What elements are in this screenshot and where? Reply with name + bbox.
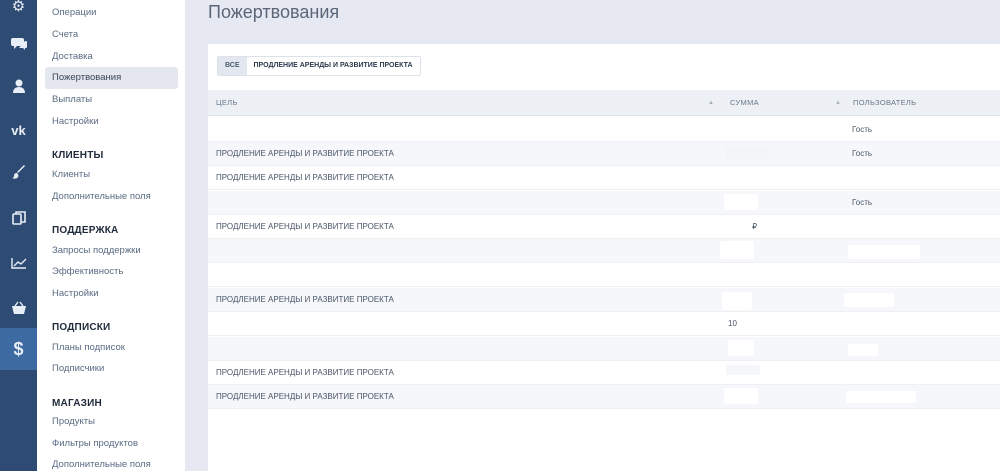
- redacted-amount: [724, 388, 758, 404]
- column-header-amount[interactable]: СУММА: [730, 90, 759, 116]
- table-row[interactable]: ПРОДЛЕНИЕ АРЕНДЫ И РАЗВИТИЕ ПРОЕКТА: [208, 385, 1000, 409]
- menu-item-support-requests[interactable]: Запросы поддержки: [45, 240, 178, 262]
- basket-icon[interactable]: [0, 290, 37, 326]
- menu-item-subscribers[interactable]: Подписчики: [45, 358, 178, 380]
- redacted-user: [848, 344, 878, 356]
- menu-item-delivery[interactable]: Доставка: [45, 46, 178, 68]
- filter-tabs: ВСЕ ПРОДЛЕНИЕ АРЕНДЫ И РАЗВИТИЕ ПРОЕКТА: [217, 56, 421, 76]
- redacted-user: [846, 391, 916, 403]
- dollar-icon[interactable]: $: [0, 328, 37, 370]
- menu-header-shop: МАГАЗИН: [52, 398, 102, 409]
- menu-item-support-settings[interactable]: Настройки: [45, 283, 178, 305]
- menu-header-clients: КЛИЕНТЫ: [52, 150, 104, 161]
- icon-sidebar: ⚙ vk $: [0, 0, 37, 471]
- tab-project[interactable]: ПРОДЛЕНИЕ АРЕНДЫ И РАЗВИТИЕ ПРОЕКТА: [246, 57, 420, 75]
- goal-cell: ПРОДЛЕНИЕ АРЕНДЫ И РАЗВИТИЕ ПРОЕКТА: [216, 149, 394, 158]
- menu-item-invoices[interactable]: Счета: [45, 24, 178, 46]
- sort-icon[interactable]: ▲: [835, 99, 841, 107]
- vk-glyph: vk: [11, 122, 26, 138]
- sort-icon[interactable]: ▲: [708, 99, 714, 107]
- dollar-glyph: $: [13, 338, 24, 359]
- table-row[interactable]: ПРОДЛЕНИЕ АРЕНДЫ И РАЗВИТИЕ ПРОЕКТА ₽: [208, 215, 1000, 239]
- user-cell: Гость: [852, 198, 873, 207]
- column-header-user[interactable]: ПОЛЬЗОВАТЕЛЬ: [853, 90, 916, 116]
- menu-item-shop-fields[interactable]: Дополнительные поля: [45, 454, 178, 471]
- menu-header-support: ПОДДЕРЖКА: [52, 225, 119, 236]
- section-menu: Операции Счета Доставка Пожертвования Вы…: [37, 0, 185, 471]
- redacted-amount: [728, 340, 754, 356]
- menu-item-product-filters[interactable]: Фильтры продуктов: [45, 433, 178, 455]
- menu-item-donations[interactable]: Пожертвования: [45, 67, 178, 89]
- menu-item-payouts[interactable]: Выплаты: [45, 89, 178, 111]
- table-row[interactable]: [208, 337, 1000, 361]
- vk-icon[interactable]: vk: [0, 112, 37, 148]
- user-cell: Гость: [852, 149, 873, 158]
- goal-cell: ПРОДЛЕНИЕ АРЕНДЫ И РАЗВИТИЕ ПРОЕКТА: [216, 392, 394, 401]
- brush-icon[interactable]: [0, 154, 37, 190]
- donations-panel: ВСЕ ПРОДЛЕНИЕ АРЕНДЫ И РАЗВИТИЕ ПРОЕКТА …: [208, 44, 1000, 471]
- table-row[interactable]: Гость: [208, 191, 1000, 215]
- page-title: Пожертвования: [208, 2, 340, 22]
- table-row[interactable]: Гость: [208, 118, 1000, 142]
- menu-item-subscription-plans[interactable]: Планы подписок: [45, 337, 178, 359]
- amount-cell: ₽: [752, 222, 758, 231]
- table-row[interactable]: ПРОДЛЕНИЕ АРЕНДЫ И РАЗВИТИЕ ПРОЕКТА: [208, 361, 1000, 385]
- table-row[interactable]: [208, 239, 1000, 263]
- goal-cell: ПРОДЛЕНИЕ АРЕНДЫ И РАЗВИТИЕ ПРОЕКТА: [216, 295, 394, 304]
- menu-item-finance-settings[interactable]: Настройки: [45, 111, 178, 133]
- settings-glyph: ⚙: [11, 0, 26, 15]
- table-row[interactable]: ПРОДЛЕНИЕ АРЕНДЫ И РАЗВИТИЕ ПРОЕКТА Гост…: [208, 142, 1000, 166]
- menu-item-efficiency[interactable]: Эффективность: [45, 261, 178, 283]
- redacted-amount: [722, 292, 752, 310]
- table-row[interactable]: [208, 263, 1000, 287]
- menu-header-subscriptions: ПОДПИСКИ: [52, 322, 111, 333]
- table-row[interactable]: ПРОДЛЕНИЕ АРЕНДЫ И РАЗВИТИЕ ПРОЕКТА: [208, 288, 1000, 312]
- goal-cell: ПРОДЛЕНИЕ АРЕНДЫ И РАЗВИТИЕ ПРОЕКТА: [216, 222, 394, 231]
- tab-all[interactable]: ВСЕ: [218, 57, 247, 75]
- chart-icon[interactable]: [0, 245, 37, 281]
- goal-cell: ПРОДЛЕНИЕ АРЕНДЫ И РАЗВИТИЕ ПРОЕКТА: [216, 368, 394, 377]
- redacted-amount: [720, 241, 754, 259]
- table-header: ЦЕЛЬ ▲ СУММА ▲ ПОЛЬЗОВАТЕЛЬ: [208, 90, 1000, 116]
- redacted-amount: [724, 194, 758, 210]
- settings-icon[interactable]: ⚙: [0, 0, 37, 24]
- amount-cell: 10: [728, 319, 737, 328]
- redacted-user: [848, 245, 920, 259]
- column-header-goal[interactable]: ЦЕЛЬ: [216, 90, 238, 116]
- user-icon[interactable]: [0, 68, 37, 104]
- redacted-user: [844, 293, 894, 307]
- menu-item-clients[interactable]: Клиенты: [45, 164, 178, 186]
- redacted-amount: [726, 146, 768, 160]
- menu-item-client-fields[interactable]: Дополнительные поля: [45, 186, 178, 208]
- user-cell: Гость: [852, 125, 873, 134]
- chat-icon[interactable]: [0, 26, 37, 62]
- table-row[interactable]: ПРОДЛЕНИЕ АРЕНДЫ И РАЗВИТИЕ ПРОЕКТА: [208, 166, 1000, 190]
- goal-cell: ПРОДЛЕНИЕ АРЕНДЫ И РАЗВИТИЕ ПРОЕКТА: [216, 173, 394, 182]
- table-row[interactable]: 10: [208, 312, 1000, 336]
- redacted-amount: [726, 365, 760, 375]
- copy-icon[interactable]: [0, 200, 37, 236]
- menu-item-operations[interactable]: Операции: [45, 2, 178, 24]
- menu-item-products[interactable]: Продукты: [45, 411, 178, 433]
